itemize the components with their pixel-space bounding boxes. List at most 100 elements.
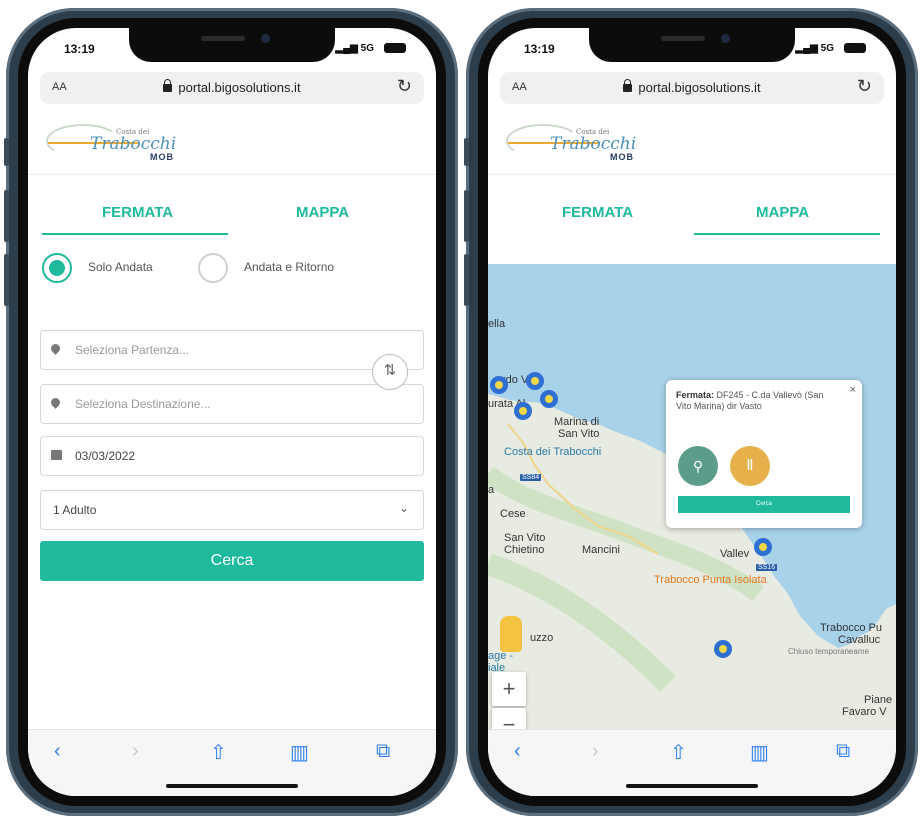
departure-placeholder: Seleziona Partenza... bbox=[75, 343, 190, 357]
battery-icon bbox=[384, 43, 406, 53]
bus-stop-marker[interactable] bbox=[490, 376, 508, 394]
map-label: Costa dei Trabocchi bbox=[504, 446, 602, 458]
map[interactable]: ella rdo V urata Al Marina di San Vito C… bbox=[488, 264, 896, 730]
map-label: Vallev bbox=[720, 548, 750, 560]
url-text: portal.bigosolutions.it bbox=[638, 80, 761, 95]
tab-underline bbox=[42, 233, 228, 235]
map-label: Favaro V bbox=[842, 706, 887, 718]
radio-label-solo-andata: Solo Andata bbox=[88, 260, 153, 274]
radio-solo-andata[interactable] bbox=[42, 253, 72, 283]
destination-placeholder: Seleziona Destinazione... bbox=[75, 397, 211, 411]
map-label: Trabocco Punta Isolata bbox=[654, 574, 767, 586]
home-indicator bbox=[166, 784, 298, 788]
close-icon[interactable]: × bbox=[850, 384, 856, 396]
volume-up-button bbox=[464, 190, 469, 242]
back-icon[interactable]: ‹ bbox=[514, 740, 521, 763]
map-label: Chietino bbox=[504, 544, 545, 556]
calendar-icon bbox=[51, 450, 62, 460]
road-shield: SS84 bbox=[520, 474, 542, 481]
header-divider bbox=[28, 174, 436, 175]
back-icon[interactable]: ‹ bbox=[54, 740, 61, 763]
map-label: Piane bbox=[864, 694, 893, 706]
map-label: a bbox=[488, 484, 495, 496]
bookmarks-icon[interactable]: ▥ bbox=[750, 740, 769, 765]
header-divider bbox=[488, 174, 896, 175]
map-label: Marina di bbox=[554, 416, 600, 428]
map-label: ella bbox=[488, 318, 506, 330]
radio-label-andata-ritorno: Andata e Ritorno bbox=[244, 260, 335, 274]
network-label: 5G bbox=[820, 43, 834, 54]
popup-search-button[interactable]: Cerca bbox=[678, 496, 850, 513]
bus-stop-marker[interactable] bbox=[526, 372, 544, 390]
tab-mappa[interactable]: MAPPA bbox=[296, 204, 349, 221]
lock-icon bbox=[623, 79, 633, 92]
url-bar[interactable]: AA portal.bigosolutions.it ↻ bbox=[40, 72, 424, 104]
browser-toolbar: ‹ › ⇧ ▥ ⧉ bbox=[488, 729, 896, 796]
radio-andata-ritorno[interactable] bbox=[198, 253, 228, 283]
map-label: uzzo bbox=[530, 632, 554, 644]
signal-icon: ▂▄▆ 5G bbox=[335, 43, 374, 54]
tab-mappa[interactable]: MAPPA bbox=[756, 204, 809, 221]
map-label: Cavalluc bbox=[838, 634, 881, 646]
tab-fermata[interactable]: FERMATA bbox=[562, 204, 633, 221]
notch bbox=[589, 28, 795, 62]
network-label: 5G bbox=[360, 43, 374, 54]
bookmarks-icon[interactable]: ▥ bbox=[290, 740, 309, 765]
lock-icon bbox=[163, 79, 173, 92]
popup-title: Fermata: bbox=[676, 390, 715, 400]
street-view-icon[interactable] bbox=[500, 616, 522, 652]
zoom-in-button[interactable]: + bbox=[492, 672, 526, 706]
map-label: Mancini bbox=[582, 544, 620, 556]
bus-stop-marker[interactable] bbox=[540, 390, 558, 408]
notch bbox=[129, 28, 335, 62]
signal-icon: ▂▄▆ 5G bbox=[795, 43, 834, 54]
zoom-out-button[interactable]: − bbox=[492, 708, 526, 730]
url-text: portal.bigosolutions.it bbox=[178, 80, 301, 95]
share-icon[interactable]: ⇧ bbox=[210, 740, 227, 765]
stop-popup: × Fermata: DF245 - C.da Vallevò (San Vit… bbox=[666, 380, 862, 528]
search-button[interactable]: Cerca bbox=[40, 541, 424, 581]
map-label: San Vito bbox=[558, 428, 600, 440]
phone-left: 13:19 ▂▄▆ 5G AA portal.bigosolutions.it … bbox=[4, 8, 458, 816]
bus-stop-marker[interactable] bbox=[514, 402, 532, 420]
logo: Costa dei Trabocchi MOB bbox=[46, 118, 176, 166]
passengers-value: 1 Adulto bbox=[53, 503, 97, 517]
map-label: Cese bbox=[500, 508, 526, 520]
passengers-select[interactable]: 1 Adulto ⌄ bbox=[40, 490, 424, 530]
reload-icon[interactable]: ↻ bbox=[857, 76, 872, 97]
volume-down-button bbox=[464, 254, 469, 306]
date-field[interactable]: 03/03/2022 bbox=[40, 436, 424, 476]
departure-field[interactable]: Seleziona Partenza... bbox=[40, 330, 424, 370]
forward-icon[interactable]: › bbox=[592, 740, 599, 763]
tab-underline bbox=[694, 233, 880, 235]
volume-down-button bbox=[4, 254, 9, 306]
share-icon[interactable]: ⇧ bbox=[670, 740, 687, 765]
swap-icon[interactable]: ⇅ bbox=[372, 354, 408, 390]
date-value: 03/03/2022 bbox=[75, 449, 136, 463]
tabs-icon[interactable]: ⧉ bbox=[376, 740, 390, 763]
tab-fermata[interactable]: FERMATA bbox=[102, 204, 173, 221]
mute-switch bbox=[4, 138, 9, 166]
pin-icon bbox=[49, 396, 62, 409]
road-shield: SS16 bbox=[756, 564, 778, 571]
chevron-down-icon: ⌄ bbox=[398, 501, 409, 515]
url-bar[interactable]: AA portal.bigosolutions.it ↻ bbox=[500, 72, 884, 104]
restaurant-icon: Ⅱ bbox=[730, 446, 770, 486]
bezel: 13:19 ▂▄▆ 5G AA portal.bigosolutions.it … bbox=[478, 18, 906, 806]
phone-right: 13:19 ▂▄▆ 5G AA portal.bigosolutions.it … bbox=[464, 8, 918, 816]
screen: 13:19 ▂▄▆ 5G AA portal.bigosolutions.it … bbox=[28, 28, 436, 796]
bike-icon: ⚲ bbox=[678, 446, 718, 486]
bus-stop-marker[interactable] bbox=[714, 640, 732, 658]
destination-field[interactable]: Seleziona Destinazione... bbox=[40, 384, 424, 424]
forward-icon[interactable]: › bbox=[132, 740, 139, 763]
map-label: Chiuso temporaneame bbox=[788, 647, 869, 656]
bus-stop-marker[interactable] bbox=[754, 538, 772, 556]
mute-switch bbox=[464, 138, 469, 166]
status-time: 13:19 bbox=[524, 42, 555, 56]
home-indicator bbox=[626, 784, 758, 788]
reload-icon[interactable]: ↻ bbox=[397, 76, 412, 97]
tabs-icon[interactable]: ⧉ bbox=[836, 740, 850, 763]
logo: Costa dei Trabocchi MOB bbox=[506, 118, 636, 166]
volume-up-button bbox=[4, 190, 9, 242]
bezel: 13:19 ▂▄▆ 5G AA portal.bigosolutions.it … bbox=[18, 18, 446, 806]
